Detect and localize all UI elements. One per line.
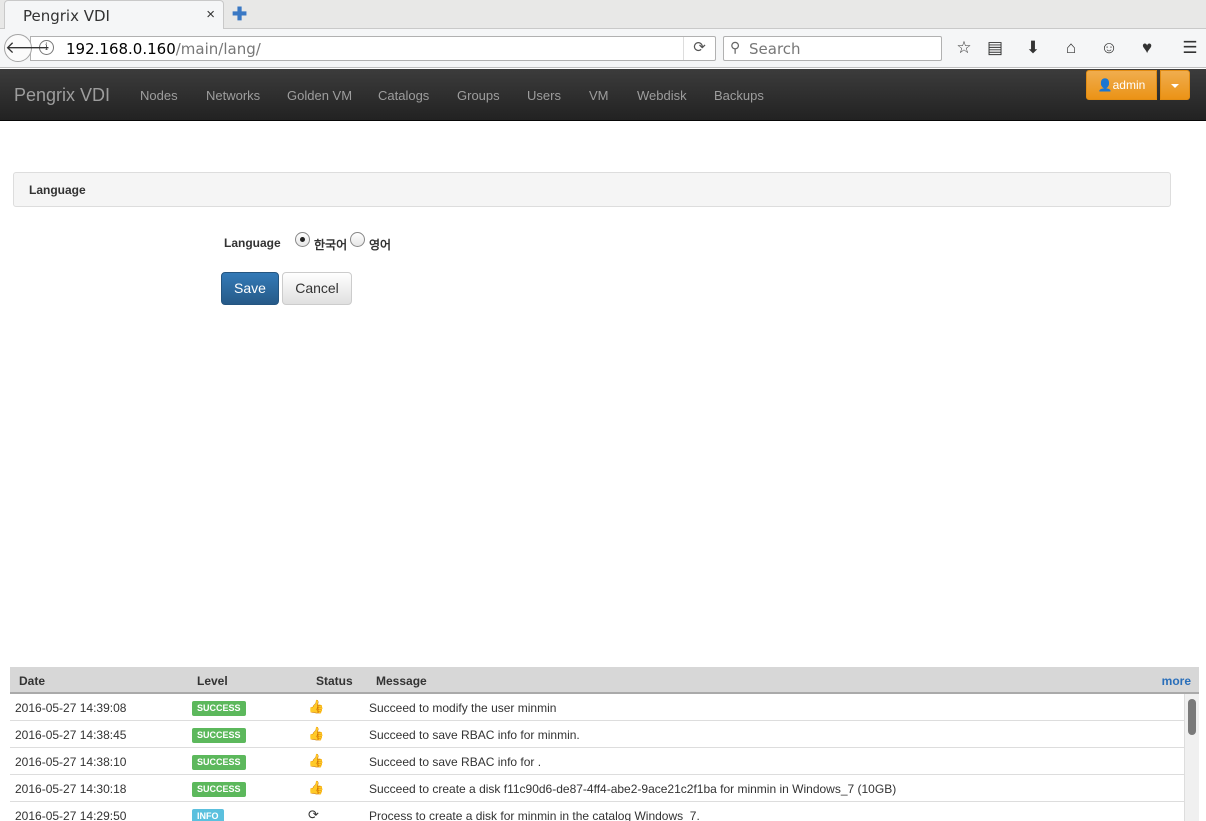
log-message: Succeed to save RBAC info for . — [369, 755, 542, 769]
language-label: Language — [224, 236, 281, 250]
app-navbar: Pengrix VDI Nodes Networks Golden VM Cat… — [0, 69, 1206, 121]
nav-webdisk[interactable]: Webdisk — [637, 88, 687, 103]
tab-title: Pengrix VDI — [23, 7, 110, 25]
close-tab-icon[interactable]: × — [206, 6, 215, 23]
col-status: Status — [316, 674, 353, 688]
thumbs-up-icon: 👍 — [308, 726, 325, 741]
home-icon[interactable]: ⌂ — [1060, 37, 1082, 59]
table-row: 2016-05-27 14:29:50 INFO ⟳ Process to cr… — [10, 802, 1184, 821]
language-panel-heading: Language — [13, 172, 1171, 207]
search-placeholder: Search — [749, 40, 801, 58]
admin-label: admin — [1112, 78, 1146, 92]
level-badge: SUCCESS — [192, 755, 246, 770]
col-level: Level — [197, 674, 228, 688]
radio-english-label[interactable]: 영어 — [369, 236, 391, 253]
more-link[interactable]: more — [1162, 674, 1191, 688]
radio-english[interactable] — [350, 232, 365, 247]
radio-korean-label[interactable]: 한국어 — [314, 236, 347, 253]
reading-list-icon[interactable]: ▤ — [984, 37, 1006, 59]
cancel-button[interactable]: Cancel — [282, 272, 352, 305]
level-badge: SUCCESS — [192, 728, 246, 743]
nav-backups[interactable]: Backups — [714, 88, 764, 103]
table-row: 2016-05-27 14:38:45 SUCCESS 👍 Succeed to… — [10, 721, 1184, 748]
reload-icon[interactable]: ⟳ — [683, 37, 715, 60]
log-message: Process to create a disk for minmin in t… — [369, 809, 700, 821]
url-path: /main/lang/ — [175, 40, 261, 58]
search-input[interactable]: ⚲ Search — [723, 36, 942, 61]
col-date: Date — [19, 674, 46, 688]
download-icon[interactable]: ⬇ — [1022, 37, 1044, 59]
thumbs-up-icon: 👍 — [308, 753, 325, 768]
log-date: 2016-05-27 14:38:10 — [15, 755, 127, 769]
save-button[interactable]: Save — [221, 272, 279, 305]
back-arrow-icon: 🡐 — [5, 38, 51, 57]
log-message: Succeed to create a disk f11c90d6-de87-4… — [369, 782, 897, 796]
search-icon: ⚲ — [730, 39, 741, 55]
pocket-icon[interactable]: ♥ — [1136, 37, 1158, 59]
chat-icon[interactable]: ☺ — [1098, 37, 1120, 59]
log-scrollbar[interactable] — [1184, 694, 1199, 821]
nav-groups[interactable]: Groups — [457, 88, 500, 103]
table-row: 2016-05-27 14:39:08 SUCCESS 👍 Succeed to… — [10, 694, 1184, 721]
new-tab-icon[interactable]: ✚ — [232, 4, 247, 25]
scrollbar-thumb[interactable] — [1188, 699, 1196, 735]
level-badge: SUCCESS — [192, 782, 246, 797]
browser-tab-bar: Pengrix VDI × ✚ — [0, 0, 1206, 29]
col-message: Message — [376, 674, 427, 688]
browser-tab[interactable]: Pengrix VDI × — [4, 0, 224, 29]
admin-dropdown-toggle[interactable] — [1160, 70, 1190, 100]
nav-networks[interactable]: Networks — [206, 88, 260, 103]
back-button[interactable]: 🡐 — [4, 34, 51, 62]
menu-icon[interactable]: ☰ — [1179, 37, 1201, 59]
log-date: 2016-05-27 14:30:18 — [15, 782, 127, 796]
bookmark-star-icon[interactable]: ☆ — [953, 37, 975, 59]
table-row: 2016-05-27 14:30:18 SUCCESS 👍 Succeed to… — [10, 775, 1184, 802]
panel-title: Language — [29, 183, 86, 197]
log-table-header: Date Level Status Message more — [10, 667, 1199, 694]
log-message: Succeed to modify the user minmin — [369, 701, 557, 715]
thumbs-up-icon: 👍 — [308, 699, 325, 714]
log-date: 2016-05-27 14:29:50 — [15, 809, 127, 821]
log-date: 2016-05-27 14:39:08 — [15, 701, 127, 715]
refresh-icon: ⟳ — [308, 807, 319, 821]
admin-button[interactable]: 👤admin — [1086, 70, 1157, 100]
table-row: 2016-05-27 14:38:10 SUCCESS 👍 Succeed to… — [10, 748, 1184, 775]
user-icon: 👤 — [1097, 78, 1113, 92]
log-message: Succeed to save RBAC info for minmin. — [369, 728, 580, 742]
log-date: 2016-05-27 14:38:45 — [15, 728, 127, 742]
nav-nodes[interactable]: Nodes — [140, 88, 178, 103]
thumbs-up-icon: 👍 — [308, 780, 325, 795]
brand-logo[interactable]: Pengrix VDI — [14, 85, 110, 106]
radio-korean[interactable] — [295, 232, 310, 247]
log-table-body: 2016-05-27 14:39:08 SUCCESS 👍 Succeed to… — [10, 694, 1184, 821]
level-badge: SUCCESS — [192, 701, 246, 716]
nav-users[interactable]: Users — [527, 88, 561, 103]
url-text[interactable]: 192.168.0.160/main/lang/ — [66, 40, 261, 58]
url-bar[interactable]: i 192.168.0.160/main/lang/ ⟳ — [30, 36, 716, 61]
browser-toolbar: i 192.168.0.160/main/lang/ ⟳ 🡐 ⚲ Search … — [0, 29, 1206, 68]
level-badge: INFO — [192, 809, 224, 821]
url-host: 192.168.0.160 — [66, 40, 176, 58]
nav-vm[interactable]: VM — [589, 88, 609, 103]
nav-catalogs[interactable]: Catalogs — [378, 88, 429, 103]
nav-golden-vm[interactable]: Golden VM — [287, 88, 352, 103]
